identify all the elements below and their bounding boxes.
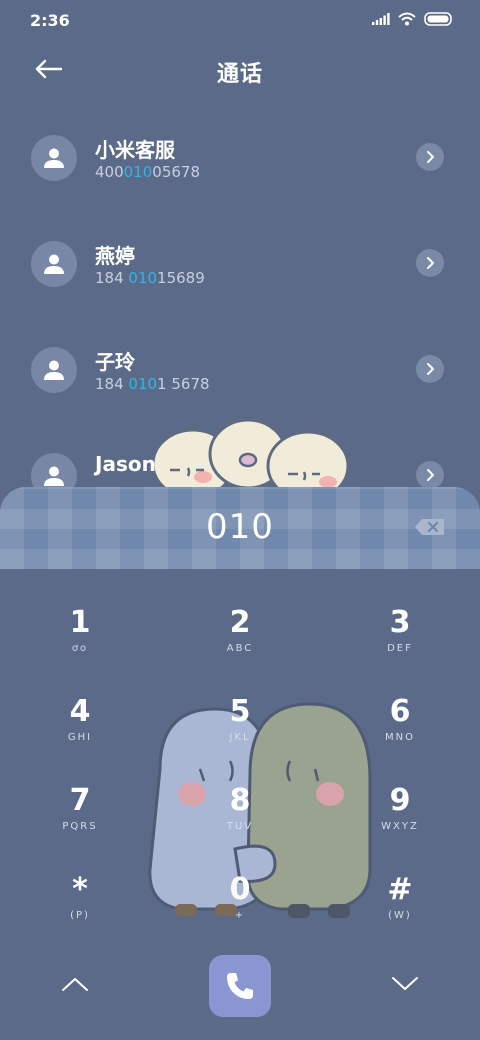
key-digit: 1 xyxy=(69,605,91,640)
number-prefix: 184 xyxy=(95,269,129,287)
key-digit: 0 xyxy=(229,872,251,907)
key-8[interactable]: 8 TUV xyxy=(180,783,300,863)
contact-detail-button[interactable] xyxy=(416,143,444,171)
person-icon xyxy=(44,148,64,168)
chevron-right-icon xyxy=(427,151,434,163)
key-1[interactable]: 1 ơo xyxy=(20,605,140,685)
dial-display: 010 xyxy=(0,487,480,569)
key-digit: 9 xyxy=(389,783,411,818)
backspace-button[interactable] xyxy=(414,517,446,537)
person-icon xyxy=(44,466,64,486)
status-icons xyxy=(372,12,454,26)
key-letters: WXYZ xyxy=(381,821,419,832)
key-digit: * xyxy=(72,872,88,907)
key-letters: ơo xyxy=(71,643,89,654)
key-3[interactable]: 3 DEF xyxy=(340,605,460,685)
person-icon xyxy=(44,360,64,380)
contact-item[interactable]: 子玲 184 0101 5678 xyxy=(0,317,480,423)
number-prefix: 400 xyxy=(95,163,124,181)
avatar xyxy=(31,241,77,287)
number-prefix: 184 xyxy=(95,375,129,393)
key-digit: 8 xyxy=(229,783,251,818)
contact-name: 燕婷 xyxy=(95,244,135,268)
person-icon xyxy=(44,254,64,274)
key-star[interactable]: * (P) xyxy=(20,872,140,952)
key-digit: 7 xyxy=(69,783,91,818)
dialed-number: 010 xyxy=(206,507,274,547)
call-button[interactable] xyxy=(209,955,271,1017)
contact-item[interactable]: 小米客服 40001005678 xyxy=(0,105,480,211)
key-0[interactable]: 0 + xyxy=(180,872,300,952)
key-digit: 2 xyxy=(229,605,251,640)
number-suffix: 15689 xyxy=(157,269,205,287)
key-5[interactable]: 5 JKL xyxy=(180,694,300,774)
key-digit: 3 xyxy=(389,605,411,640)
key-digit: 4 xyxy=(69,694,91,729)
key-2[interactable]: 2 ABC xyxy=(180,605,300,685)
number-match: 010 xyxy=(128,375,158,393)
key-4[interactable]: 4 GHI xyxy=(20,694,140,774)
key-letters: ABC xyxy=(226,643,254,654)
number-match: 010 xyxy=(123,163,153,181)
contact-number: 40001005678 xyxy=(95,163,200,181)
key-7[interactable]: 7 PQRS xyxy=(20,783,140,863)
key-letters: TUV xyxy=(226,821,254,832)
phone-icon xyxy=(227,973,253,999)
status-time: 2:36 xyxy=(30,11,70,30)
signal-icon xyxy=(372,13,390,25)
number-suffix: 05678 xyxy=(152,163,200,181)
key-digit: 6 xyxy=(389,694,411,729)
contact-detail-button[interactable] xyxy=(416,461,444,489)
chevron-right-icon xyxy=(427,469,434,481)
contact-detail-button[interactable] xyxy=(416,355,444,383)
key-6[interactable]: 6 MNO xyxy=(340,694,460,774)
contact-name: Jason xyxy=(95,452,156,476)
header: 通话 xyxy=(0,40,480,100)
key-letters: + xyxy=(234,910,246,921)
contact-name: 子玲 xyxy=(95,350,135,374)
chevron-right-icon xyxy=(427,257,434,269)
keypad: 1 ơo 2 ABC 3 DEF 4 GHI 5 JKL 6 MNO 7 PQR… xyxy=(0,569,480,1040)
number-match: 010 xyxy=(128,269,158,287)
wifi-icon xyxy=(398,12,416,26)
chevron-down-icon xyxy=(392,977,418,990)
status-bar: 2:36 xyxy=(0,0,480,40)
expand-up-button[interactable] xyxy=(55,969,95,999)
key-letters: PQRS xyxy=(62,821,98,832)
key-9[interactable]: 9 WXYZ xyxy=(340,783,460,863)
backspace-icon xyxy=(415,519,444,535)
contact-name: 小米客服 xyxy=(95,138,175,162)
key-letters: (P) xyxy=(70,910,90,921)
battery-icon xyxy=(424,12,452,26)
key-letters: GHI xyxy=(67,732,93,743)
number-suffix: 1 5678 xyxy=(157,375,210,393)
contact-number: 184 01015689 xyxy=(95,269,205,287)
chevron-right-icon xyxy=(427,363,434,375)
key-digit: 5 xyxy=(229,694,251,729)
page-title: 通话 xyxy=(216,62,263,87)
avatar xyxy=(31,347,77,393)
collapse-down-button[interactable] xyxy=(385,969,425,999)
key-letters: JKL xyxy=(229,732,251,743)
key-letters: DEF xyxy=(387,643,413,654)
contact-item[interactable]: 燕婷 184 01015689 xyxy=(0,211,480,317)
key-digit: # xyxy=(387,872,413,907)
key-letters: MNO xyxy=(385,732,415,743)
key-letters: (W) xyxy=(388,910,412,921)
contact-detail-button[interactable] xyxy=(416,249,444,277)
contact-number: 184 0101 5678 xyxy=(95,375,210,393)
key-hash[interactable]: # (W) xyxy=(340,872,460,952)
chevron-up-icon xyxy=(62,978,88,991)
avatar xyxy=(31,135,77,181)
